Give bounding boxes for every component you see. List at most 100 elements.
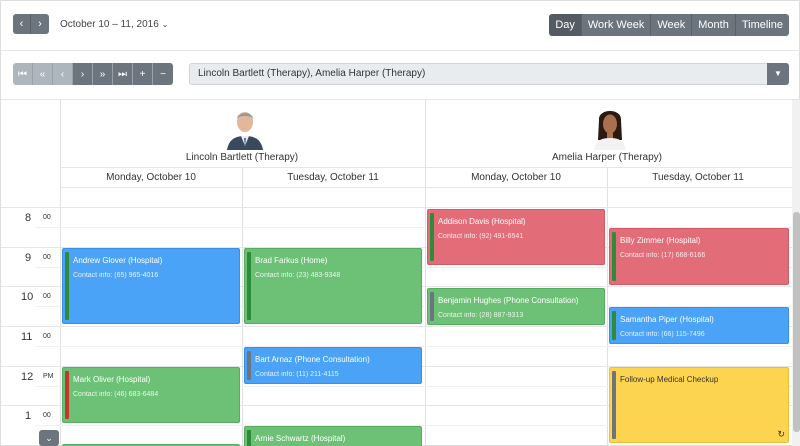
- view-week-button[interactable]: Week: [651, 14, 693, 36]
- view-timeline-button[interactable]: Timeline: [735, 14, 789, 36]
- status-bar: [65, 252, 69, 320]
- resource-toolbar: ⏮ « ‹ › » ⏭ + −: [13, 63, 173, 85]
- vertical-scrollbar[interactable]: [792, 100, 800, 446]
- status-bar: [247, 430, 251, 446]
- chevron-right-icon: ›: [38, 18, 42, 30]
- appointment[interactable]: Andrew Glover (Hospital) Contact info: (…: [62, 248, 240, 324]
- first-icon: ⏮: [18, 68, 27, 80]
- view-work-week-button[interactable]: Work Week: [581, 14, 652, 36]
- prev-resource-button[interactable]: ‹: [53, 63, 73, 85]
- resource-name: Amelia Harper (Therapy): [551, 152, 663, 163]
- top-bar: ‹ › October 10 – 11, 2016 ⌄ Day Work Wee…: [1, 1, 800, 51]
- next-button[interactable]: ›: [31, 14, 49, 34]
- first-resource-button[interactable]: ⏮: [13, 63, 33, 85]
- appointment-title: Bart Arnaz (Phone Consultation): [255, 355, 370, 364]
- double-chevron-left-icon: «: [39, 68, 46, 80]
- appointment[interactable]: Arnie Schwartz (Hospital): [244, 426, 422, 446]
- appointment-title: Addison Davis (Hospital): [438, 217, 526, 226]
- chevron-down-icon: ⌄: [45, 432, 53, 443]
- appointment[interactable]: Brad Farkus (Home) Contact info: (23) 48…: [244, 248, 422, 324]
- resource-name: Lincoln Bartlett (Therapy): [185, 152, 299, 163]
- appointment-contact: Contact info: (46) 683-6484: [73, 391, 159, 398]
- avatar-lincoln-bartlett: [223, 106, 267, 150]
- appointment[interactable]: Benjamin Hughes (Phone Consultation) Con…: [427, 288, 605, 325]
- status-bar: [612, 232, 616, 281]
- resource-select-value: Lincoln Bartlett (Therapy), Amelia Harpe…: [198, 68, 426, 79]
- add-resource-button[interactable]: +: [133, 63, 153, 85]
- appointment-title: Benjamin Hughes (Phone Consultation): [438, 296, 579, 305]
- appointment-contact: Contact info: (17) 668-6166: [620, 252, 706, 259]
- time-hour: 9: [25, 252, 32, 264]
- view-month-button[interactable]: Month: [692, 14, 736, 36]
- time-minutes: 00: [43, 293, 51, 300]
- recurrence-icon: ↻: [777, 429, 785, 439]
- chevron-right-icon: ›: [80, 68, 85, 80]
- prev-button[interactable]: ‹: [13, 14, 31, 34]
- appointment-title: Billy Zimmer (Hospital): [620, 236, 701, 245]
- date-range-picker[interactable]: October 10 – 11, 2016 ⌄: [60, 19, 168, 30]
- chevron-down-icon: ⌄: [161, 20, 169, 29]
- time-hour: 1: [25, 410, 32, 422]
- time-minutes: 00: [43, 254, 51, 261]
- appointment-title: Brad Farkus (Home): [255, 256, 328, 265]
- plus-icon: +: [139, 68, 146, 80]
- status-bar: [612, 311, 616, 340]
- status-bar: [247, 252, 251, 320]
- appointment-title: Arnie Schwartz (Hospital): [255, 434, 346, 443]
- grid-line: [60, 167, 792, 168]
- scheduler-app: ‹ › October 10 – 11, 2016 ⌄ Day Work Wee…: [0, 0, 800, 446]
- remove-resource-button[interactable]: −: [153, 63, 173, 85]
- last-resource-button[interactable]: ⏭: [113, 63, 133, 85]
- appointment-contact: Contact info: (11) 211-4115: [255, 371, 339, 378]
- time-hour: 12: [21, 371, 34, 383]
- chevron-left-icon: ‹: [60, 68, 65, 80]
- status-bar: [612, 371, 616, 439]
- appointment-contact: Contact info: (65) 965-4016: [73, 272, 159, 279]
- appointment[interactable]: Billy Zimmer (Hospital) Contact info: (1…: [609, 228, 789, 285]
- avatar-amelia-harper: [588, 106, 632, 150]
- view-switcher: Day Work Week Week Month Timeline: [549, 14, 789, 36]
- day-header: Monday, October 10: [106, 172, 196, 183]
- appointment-title: Mark Oliver (Hospital): [73, 375, 151, 384]
- appointment-contact: Contact info: (23) 483-9348: [255, 272, 341, 279]
- scheduler-grid: Lincoln Bartlett (Therapy) Amelia Harper…: [1, 99, 800, 446]
- double-chevron-right-icon: »: [99, 68, 106, 80]
- caret-down-icon[interactable]: ▼: [767, 63, 789, 85]
- minus-icon: −: [160, 68, 166, 80]
- time-minutes: 00: [43, 333, 51, 340]
- next-resource-button[interactable]: ›: [73, 63, 93, 85]
- chevron-left-icon: ‹: [19, 18, 24, 30]
- grid-line: [60, 187, 792, 188]
- scrollbar-thumb[interactable]: [793, 212, 800, 432]
- status-bar: [430, 292, 434, 321]
- status-bar: [65, 371, 69, 419]
- appointment-title: Follow-up Medical Checkup: [620, 375, 719, 384]
- appointment[interactable]: Samantha Piper (Hospital) Contact info: …: [609, 307, 789, 344]
- status-bar: [247, 351, 251, 380]
- collapse-button[interactable]: ⌄: [39, 430, 59, 446]
- appointment-contact: Contact info: (66) 115-7496: [620, 331, 705, 338]
- day-header: Tuesday, October 11: [287, 172, 379, 183]
- view-day-button[interactable]: Day: [549, 14, 582, 36]
- prev-page-button[interactable]: «: [33, 63, 53, 85]
- appointment[interactable]: Addison Davis (Hospital) Contact info: (…: [427, 209, 605, 265]
- resource-select[interactable]: Lincoln Bartlett (Therapy), Amelia Harpe…: [189, 63, 789, 85]
- appointment[interactable]: Mark Oliver (Hospital) Contact info: (46…: [62, 367, 240, 423]
- appointment[interactable]: Follow-up Medical Checkup ↻: [609, 367, 789, 443]
- status-bar: [430, 213, 434, 261]
- time-hour: 11: [21, 331, 33, 343]
- next-page-button[interactable]: »: [93, 63, 113, 85]
- time-hour: 10: [21, 291, 34, 303]
- appointment-contact: Contact info: (92) 491-6541: [438, 233, 524, 240]
- day-header: Monday, October 10: [471, 172, 561, 183]
- appointment-contact: Contact info: (28) 887-9313: [438, 312, 524, 319]
- time-hour: 8: [25, 212, 32, 224]
- appointment-title: Samantha Piper (Hospital): [620, 315, 714, 324]
- grid-line: [1, 207, 792, 208]
- appointment[interactable]: Bart Arnaz (Phone Consultation) Contact …: [244, 347, 422, 384]
- day-header: Tuesday, October 11: [652, 172, 744, 183]
- date-range-label: October 10 – 11, 2016: [60, 19, 159, 30]
- last-icon: ⏭: [118, 68, 127, 80]
- time-minutes: 00: [43, 412, 51, 419]
- time-minutes: 00: [43, 214, 51, 221]
